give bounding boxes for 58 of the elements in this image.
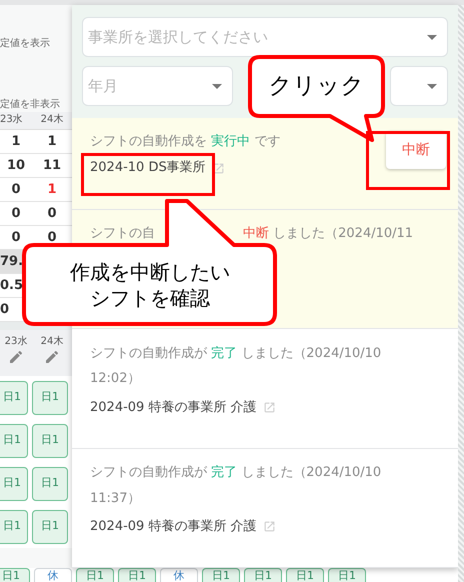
status-message: シフトの自動作成が 完了 しました（2024/10/10: [90, 464, 382, 482]
shift-cell[interactable]: 日1: [0, 380, 28, 414]
external-link-icon: [262, 520, 276, 534]
shift-cell[interactable]: 日1: [32, 466, 68, 500]
status-message: 中断 しました（2024/10/11: [243, 225, 414, 244]
table-cell-text: 0: [10, 228, 22, 247]
external-link-icon: [262, 400, 276, 414]
target-link[interactable]: 2024-10 DS事業所: [90, 158, 206, 178]
shift-cell[interactable]: 日1: [76, 568, 114, 582]
shift-cell[interactable]: 休: [160, 568, 198, 582]
shift-cell[interactable]: 日1: [32, 380, 68, 414]
shift-cell[interactable]: 日1: [286, 568, 324, 582]
select-field[interactable]: 年月: [82, 66, 233, 106]
status-message: シフトの自動作成を 実行中 です: [90, 133, 280, 152]
table-cell-text: 0: [0, 300, 10, 319]
status-message: シフトの自動作成が 完了 しました（2024/10/10: [90, 344, 382, 363]
select-field[interactable]: 事業所を選択してください: [82, 17, 448, 57]
caret-icon: [427, 34, 437, 40]
table-cell-text: 0: [46, 228, 58, 247]
table-cell-text: 1: [46, 180, 58, 199]
pencil-icon[interactable]: [8, 349, 24, 365]
column-header: 23水: [0, 112, 24, 127]
callout-text: シフトを確認: [90, 285, 210, 311]
table-cell-text: 0: [46, 204, 58, 223]
callout-text: クリック: [268, 72, 364, 102]
pencil-icon[interactable]: [44, 349, 60, 365]
shift-cell[interactable]: 日1: [0, 424, 28, 458]
table-cell-text: 0: [10, 204, 22, 223]
table-cell-text: 11: [42, 156, 62, 175]
select-field[interactable]: [390, 66, 448, 106]
table-cell-text: 10: [6, 156, 26, 175]
shift-cell[interactable]: 日1: [0, 510, 28, 544]
stop-button[interactable]: 中断: [386, 131, 446, 169]
column-header: 24木: [40, 112, 64, 127]
table-cell-text: 0: [10, 180, 22, 199]
shift-cell[interactable]: 日1: [202, 568, 240, 582]
status-time: 11:37）: [90, 490, 140, 508]
table-cell-text: 1: [46, 132, 58, 151]
table-cell-text: 1: [10, 132, 22, 151]
callout-text: 作成を中断したい: [70, 259, 230, 285]
column-header: 23水: [4, 334, 28, 349]
toggle-label[interactable]: 定値を非表示: [0, 97, 72, 112]
shift-cell[interactable]: 日1: [244, 568, 282, 582]
status-message: シフトの自: [90, 225, 155, 244]
status-time: 12:02）: [90, 370, 140, 388]
caret-icon: [427, 84, 437, 88]
shift-cell[interactable]: 休: [34, 568, 72, 582]
toggle-label[interactable]: 定値を表示: [0, 36, 72, 51]
shift-cell[interactable]: 日1: [328, 568, 366, 582]
shift-cell[interactable]: 日1: [0, 466, 28, 500]
caret-icon: [212, 84, 222, 88]
shift-cell[interactable]: 日1: [32, 510, 68, 544]
shift-cell[interactable]: 日1: [0, 568, 30, 582]
target-link[interactable]: 2024-09 特養の事業所 介護: [90, 516, 257, 536]
column-header: 24木: [40, 334, 64, 349]
shift-cell[interactable]: 日1: [118, 568, 156, 582]
shift-cell[interactable]: 日1: [32, 424, 68, 458]
target-link[interactable]: 2024-09 特養の事業所 介護: [90, 398, 257, 418]
